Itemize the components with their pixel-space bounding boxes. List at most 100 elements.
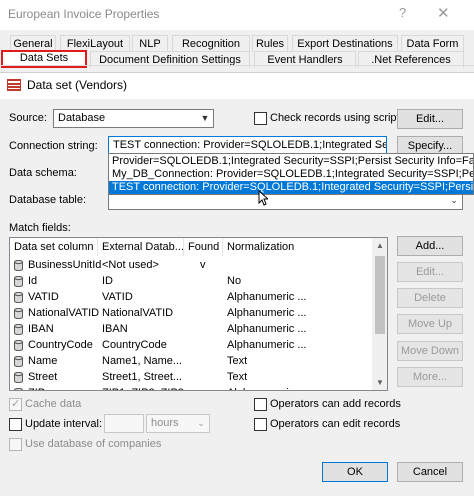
data-schema-label: Data schema: [9, 167, 77, 179]
table-row[interactable]: BusinessUnitId <Not used> v [10, 257, 372, 273]
interval-unit-select[interactable]: hours ⌄ [146, 414, 210, 433]
mouse-cursor-icon [258, 190, 268, 206]
cell-normalization: Text [227, 371, 248, 383]
cell-normalization: Alphanumeric ... [227, 385, 306, 390]
cell-dataset-column: ZIP [28, 385, 45, 390]
cell-normalization: Text [227, 355, 248, 367]
cache-data-label: Cache data [25, 398, 82, 410]
connection-dropdown-list[interactable]: Provider=SQLOLEDB.1;Integrated Security=… [108, 153, 474, 195]
tab-data-form[interactable]: Data Form [401, 35, 464, 52]
connection-option-1[interactable]: Provider=SQLOLEDB.1;Integrated Security=… [109, 155, 473, 168]
more-button[interactable]: More... [397, 367, 463, 387]
tab-recognition[interactable]: Recognition [172, 35, 250, 52]
cancel-button[interactable]: Cancel [397, 462, 463, 482]
outer-title-bar: European Invoice Properties ? ✕ [0, 0, 474, 30]
cell-normalization: No [227, 275, 242, 287]
update-interval-label: Update interval: [25, 418, 103, 430]
table-row[interactable]: VATID VATID Alphanumeric ... [10, 289, 372, 305]
cell-external-column: IBAN [102, 323, 128, 335]
tab-nlp[interactable]: NLP [132, 35, 168, 52]
column-header-dataset[interactable]: Data set column [10, 238, 98, 256]
delete-field-button[interactable]: Delete [397, 288, 463, 308]
operators-edit-checkbox[interactable] [254, 418, 267, 431]
use-db-companies-checkbox[interactable] [9, 438, 22, 451]
connection-option-3[interactable]: TEST connection: Provider=SQLOLEDB.1;Int… [109, 181, 473, 194]
cell-external-column: ID [102, 275, 113, 287]
database-column-icon [14, 324, 23, 335]
table-row[interactable]: ZIP ZIP1, ZIP2, ZIP3 Alphanumeric ... [10, 385, 372, 390]
source-value: Database [58, 112, 106, 124]
add-field-button[interactable]: Add... [397, 236, 463, 256]
cell-normalization: Alphanumeric ... [227, 307, 307, 319]
scroll-up-icon[interactable]: ▲ [376, 241, 384, 250]
ok-button[interactable]: OK [322, 462, 388, 482]
database-column-icon [14, 356, 23, 367]
cell-dataset-column: NationalVATID [28, 307, 100, 319]
database-column-icon [14, 372, 23, 383]
check-records-checkbox[interactable] [254, 112, 267, 125]
cell-dataset-column: IBAN [28, 323, 54, 335]
cell-normalization: Alphanumeric ... [227, 339, 307, 351]
cell-external-column: Street1, Street... [102, 371, 183, 383]
cell-dataset-column: VATID [28, 291, 59, 303]
edit-script-button[interactable]: Edit... [397, 109, 463, 129]
cell-dataset-column: Name [28, 355, 58, 367]
grid-scrollbar[interactable]: ▲ ▼ [372, 238, 387, 390]
cache-data-checkbox[interactable] [9, 397, 22, 411]
table-row[interactable]: Name Name1, Name... Text [10, 353, 372, 369]
check-records-label: Check records using scripts [270, 112, 406, 124]
edit-field-button[interactable]: Edit... [397, 262, 463, 282]
database-column-icon [14, 388, 23, 390]
help-button[interactable]: ? [399, 5, 406, 20]
database-column-icon [14, 260, 23, 271]
database-column-icon [14, 340, 23, 351]
table-row[interactable]: Street Street1, Street... Text [10, 369, 372, 385]
cell-dataset-column: BusinessUnitId [28, 259, 102, 271]
match-fields-label: Match fields: [9, 222, 71, 234]
source-label: Source: [9, 112, 47, 124]
scroll-down-icon[interactable]: ▼ [376, 378, 384, 387]
cell-external-column: CountryCode [102, 339, 167, 351]
update-interval-checkbox[interactable] [9, 418, 22, 431]
cell-dataset-column: Id [28, 275, 38, 287]
scroll-thumb[interactable] [375, 256, 385, 334]
table-row[interactable]: Id ID No [10, 273, 372, 289]
connection-string-value: TEST connection: Provider=SQLOLEDB.1;Int… [113, 139, 387, 151]
cell-external-column: Name1, Name... [102, 355, 183, 367]
table-row[interactable]: NationalVATID NationalVATID Alphanumeric .… [10, 305, 372, 321]
operators-add-label: Operators can add records [270, 398, 401, 410]
tab-export-destinations[interactable]: Export Destinations [292, 35, 398, 52]
cell-external-column: VATID [102, 291, 133, 303]
source-select[interactable]: Database ▼ [53, 109, 214, 128]
database-column-icon [14, 292, 23, 303]
table-row[interactable]: IBAN IBAN Alphanumeric ... [10, 321, 372, 337]
database-table-label: Database table: [9, 194, 87, 206]
update-interval-input[interactable] [104, 414, 144, 433]
cell-found: v [200, 259, 206, 271]
table-row[interactable]: CountryCode CountryCode Alphanumeric ... [10, 337, 372, 353]
cell-dataset-column: Street [28, 371, 58, 383]
connection-string-label: Connection string: [9, 140, 98, 152]
dataset-icon [7, 79, 21, 91]
connection-option-2[interactable]: My_DB_Connection: Provider=SQLOLEDB.1;In… [109, 168, 473, 181]
match-fields-grid[interactable]: Data set column External Datab... Found … [9, 237, 388, 391]
use-db-companies-label: Use database of companies [25, 438, 162, 450]
database-column-icon [14, 276, 23, 287]
move-down-button[interactable]: Move Down [397, 341, 463, 361]
move-up-button[interactable]: Move Up [397, 314, 463, 334]
cell-normalization: Alphanumeric ... [227, 291, 307, 303]
tab-strip-divider [0, 65, 474, 66]
cell-external-column: NationalVATID [102, 307, 174, 319]
operators-edit-label: Operators can edit records [270, 418, 401, 430]
column-header-external[interactable]: External Datab... [98, 238, 184, 256]
close-button[interactable]: ✕ [437, 4, 450, 22]
operators-add-checkbox[interactable] [254, 398, 267, 411]
column-header-normalization[interactable]: Normalization [223, 238, 372, 256]
column-header-found[interactable]: Found [184, 238, 223, 256]
database-column-icon [14, 308, 23, 319]
interval-unit-value: hours [151, 417, 179, 429]
tab-rules[interactable]: Rules [252, 35, 288, 52]
cell-normalization: Alphanumeric ... [227, 323, 307, 335]
cell-dataset-column: CountryCode [28, 339, 93, 351]
dialog-title-bar: Data set (Vendors) [0, 73, 474, 99]
